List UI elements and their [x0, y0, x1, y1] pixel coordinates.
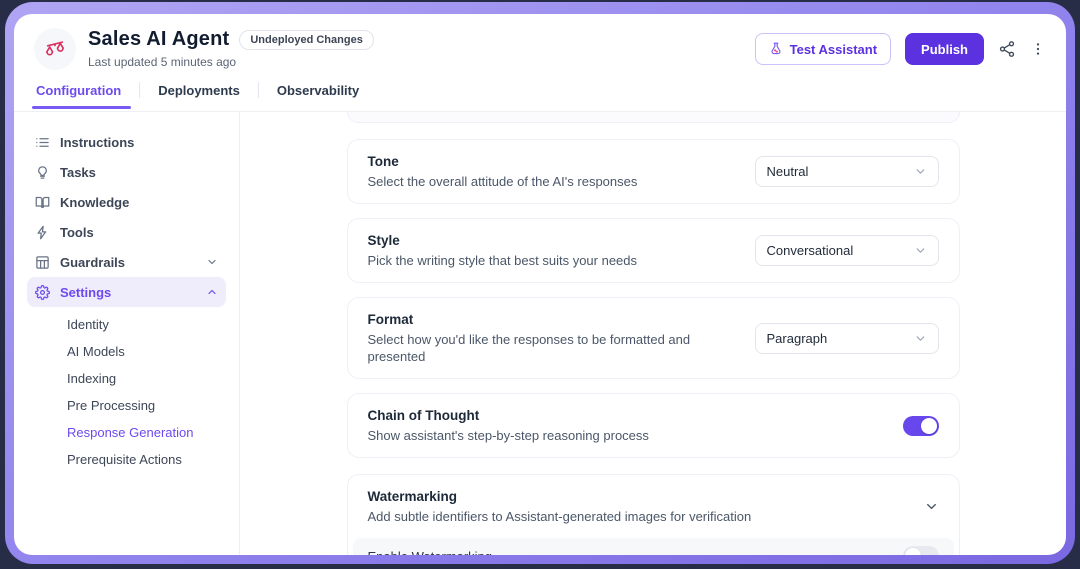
kebab-menu-icon[interactable] [1030, 41, 1046, 57]
enable-watermarking-label: Enable Watermarking [368, 549, 493, 556]
chevron-up-icon [206, 286, 218, 298]
app-logo [34, 28, 76, 70]
sidebar-item-knowledge[interactable]: Knowledge [27, 187, 226, 217]
sidebar-subitem-prerequisite-actions[interactable]: Prerequisite Actions [27, 446, 226, 473]
sidebar-item-instructions[interactable]: Instructions [27, 127, 226, 157]
chain-of-thought-toggle[interactable] [903, 416, 939, 436]
watermarking-title: Watermarking [368, 488, 752, 505]
chain-of-thought-description: Show assistant's step-by-step reasoning … [368, 427, 649, 444]
list-icon [35, 135, 50, 150]
sidebar-item-settings[interactable]: Settings [27, 277, 226, 307]
tone-select[interactable]: Neutral [755, 156, 939, 187]
grid-icon [35, 255, 50, 270]
test-flask-icon [769, 42, 783, 56]
chain-of-thought-card: Chain of Thought Show assistant's step-b… [347, 393, 960, 458]
tone-description: Select the overall attitude of the AI's … [368, 173, 638, 190]
enable-watermarking-toggle[interactable] [903, 546, 939, 555]
undeployed-changes-badge: Undeployed Changes [239, 30, 373, 50]
scales-icon [44, 38, 66, 60]
publish-label: Publish [921, 42, 968, 57]
tone-title: Tone [368, 153, 638, 170]
sidebar-item-tools[interactable]: Tools [27, 217, 226, 247]
test-assistant-button[interactable]: Test Assistant [755, 33, 891, 65]
last-updated-text: Last updated 5 minutes ago [88, 55, 374, 69]
watermarking-expand-chevron-icon[interactable] [924, 499, 939, 514]
header: Sales AI Agent Undeployed Changes Last u… [14, 14, 1066, 70]
sidebar: Instructions Tasks Knowledge Tools [14, 112, 240, 555]
style-card: Style Pick the writing style that best s… [347, 218, 960, 283]
page-title: Sales AI Agent [88, 28, 229, 51]
sidebar-subitem-indexing[interactable]: Indexing [27, 365, 226, 392]
gear-icon [35, 285, 50, 300]
tab-configuration[interactable]: Configuration [34, 83, 123, 108]
chevron-down-icon [914, 165, 927, 178]
tab-observability[interactable]: Observability [275, 83, 361, 108]
sidebar-subitem-ai-models[interactable]: AI Models [27, 338, 226, 365]
test-assistant-label: Test Assistant [790, 42, 877, 57]
watermarking-card: Watermarking Add subtle identifiers to A… [347, 474, 960, 555]
tone-card: Tone Select the overall attitude of the … [347, 139, 960, 204]
format-card: Format Select how you'd like the respons… [347, 297, 960, 379]
tab-deployments[interactable]: Deployments [156, 83, 242, 108]
sidebar-subitem-response-generation[interactable]: Response Generation [27, 419, 226, 446]
format-select[interactable]: Paragraph [755, 323, 939, 354]
chevron-down-icon [914, 244, 927, 257]
lightbulb-icon [35, 165, 50, 180]
tab-separator [258, 82, 259, 98]
style-title: Style [368, 232, 638, 249]
sidebar-subitem-identity[interactable]: Identity [27, 311, 226, 338]
style-description: Pick the writing style that best suits y… [368, 252, 638, 269]
sidebar-subitem-pre-processing[interactable]: Pre Processing [27, 392, 226, 419]
tab-separator [139, 82, 140, 98]
book-icon [35, 195, 50, 210]
chain-of-thought-title: Chain of Thought [368, 407, 649, 424]
chevron-down-icon [914, 332, 927, 345]
zap-icon [35, 225, 50, 240]
enable-watermarking-row: Enable Watermarking [353, 538, 954, 555]
sidebar-item-guardrails[interactable]: Guardrails [27, 247, 226, 277]
publish-button[interactable]: Publish [905, 33, 984, 65]
format-title: Format [368, 311, 735, 328]
chevron-down-icon [206, 256, 218, 268]
sidebar-item-tasks[interactable]: Tasks [27, 157, 226, 187]
style-select[interactable]: Conversational [755, 235, 939, 266]
tab-bar: Configuration Deployments Observability [14, 80, 1066, 112]
clipped-card-above [347, 112, 960, 123]
share-icon[interactable] [998, 40, 1016, 58]
watermarking-description: Add subtle identifiers to Assistant-gene… [368, 508, 752, 525]
app-window: Sales AI Agent Undeployed Changes Last u… [14, 14, 1066, 555]
main-panel: Tone Select the overall attitude of the … [240, 112, 1066, 555]
format-description: Select how you'd like the responses to b… [368, 331, 735, 365]
